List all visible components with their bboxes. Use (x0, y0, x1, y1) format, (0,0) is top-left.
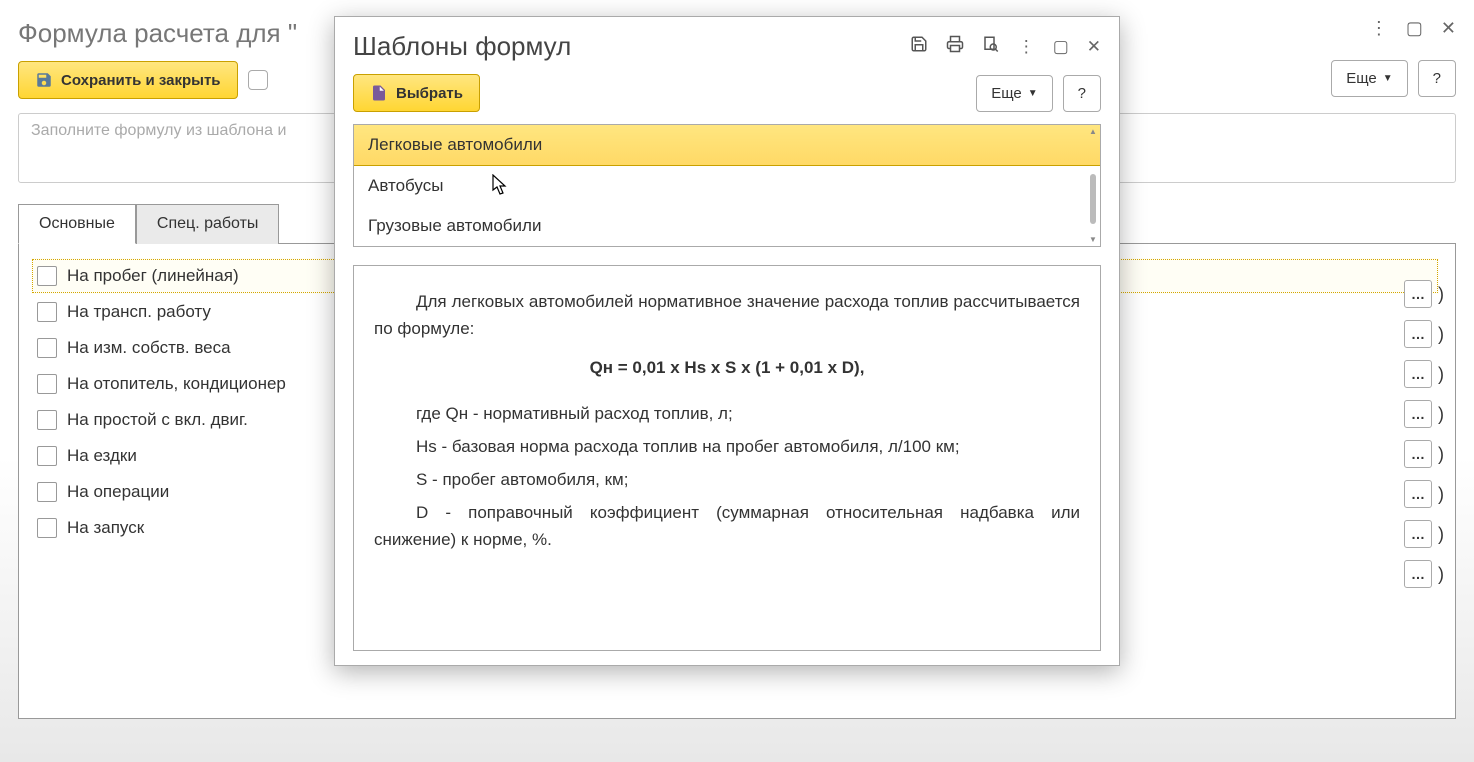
kebab-icon[interactable]: ⋮ (1018, 37, 1035, 57)
scroll-up-icon[interactable]: ▲ (1088, 127, 1098, 136)
checkbox[interactable] (37, 482, 57, 502)
preview-icon[interactable] (982, 35, 1000, 58)
check-label: На пробег (линейная) (67, 266, 239, 286)
tab-spec[interactable]: Спец. работы (136, 204, 280, 244)
template-label: Автобусы (368, 176, 443, 195)
bg-help-label: ? (1433, 70, 1441, 87)
field-row: … ) (1404, 400, 1444, 428)
desc-hs: Hs - базовая норма расхода топлив на про… (374, 433, 1080, 460)
tab-spec-label: Спец. работы (157, 215, 259, 232)
dialog-help-button[interactable]: ? (1063, 75, 1101, 112)
right-fields: … ) … ) … ) … ) … ) … ) … ) … ) (1404, 280, 1444, 588)
field-row: … ) (1404, 360, 1444, 388)
check-label: На изм. собств. веса (67, 338, 231, 358)
paren: ) (1438, 524, 1444, 545)
ellipsis-button[interactable]: … (1404, 520, 1432, 548)
template-item-buses[interactable]: Автобусы (354, 166, 1100, 206)
bg-window-title: Формула расчета для " (18, 18, 297, 49)
tab-main-label: Основные (39, 215, 115, 232)
checkbox[interactable] (37, 302, 57, 322)
dialog-header: Шаблоны формул ⋮ ▢ ✕ (335, 17, 1119, 66)
template-item-trucks[interactable]: Грузовые автомобили (354, 206, 1100, 246)
desc-s: S - пробег автомобиля, км; (374, 466, 1080, 493)
save-close-button[interactable]: Сохранить и закрыть (18, 61, 238, 99)
save-icon[interactable] (910, 35, 928, 58)
print-icon[interactable] (946, 35, 964, 58)
check-label: На отопитель, кондиционер (67, 374, 286, 394)
ellipsis-button[interactable]: … (1404, 400, 1432, 428)
paren: ) (1438, 324, 1444, 345)
field-row: … ) (1404, 280, 1444, 308)
dialog-toolbar-right: Еще ▼ ? (976, 75, 1101, 112)
dialog-title: Шаблоны формул (353, 31, 571, 62)
templates-dialog: Шаблоны формул ⋮ ▢ ✕ Выбрать Еще ▼ (334, 16, 1120, 666)
field-row: … ) (1404, 520, 1444, 548)
paren: ) (1438, 444, 1444, 465)
check-label: На ездки (67, 446, 137, 466)
ellipsis-button[interactable]: … (1404, 360, 1432, 388)
paren: ) (1438, 484, 1444, 505)
bg-titlebar-controls: ⋮ ▢ ✕ (1370, 18, 1456, 39)
select-label: Выбрать (396, 85, 463, 102)
dialog-help-label: ? (1078, 85, 1086, 102)
maximize-icon[interactable]: ▢ (1406, 18, 1423, 39)
field-row: … ) (1404, 560, 1444, 588)
template-list: Легковые автомобили Автобусы Грузовые ав… (353, 124, 1101, 247)
field-row: … ) (1404, 440, 1444, 468)
checkbox[interactable] (37, 338, 57, 358)
desc-qn: где Qн - нормативный расход топлив, л; (374, 400, 1080, 427)
scroll-thumb[interactable] (1090, 174, 1096, 224)
ellipsis-button[interactable]: … (1404, 560, 1432, 588)
select-button[interactable]: Выбрать (353, 74, 480, 112)
check-label: На операции (67, 482, 169, 502)
paren: ) (1438, 284, 1444, 305)
check-label: На запуск (67, 518, 144, 538)
close-icon[interactable]: ✕ (1087, 37, 1101, 57)
close-icon[interactable]: ✕ (1441, 18, 1456, 39)
chevron-down-icon: ▼ (1028, 88, 1038, 99)
ellipsis-button[interactable]: … (1404, 440, 1432, 468)
field-row: … ) (1404, 320, 1444, 348)
dialog-more-label: Еще (991, 85, 1022, 102)
paren: ) (1438, 404, 1444, 425)
formula-placeholder: Заполните формулу из шаблона и (31, 122, 286, 139)
paren: ) (1438, 564, 1444, 585)
desc-intro: Для легковых автомобилей нормативное зна… (374, 288, 1080, 342)
maximize-icon[interactable]: ▢ (1053, 37, 1069, 57)
desc-d: D - поправочный коэффициент (суммарная о… (374, 499, 1080, 553)
save-close-label: Сохранить и закрыть (61, 72, 221, 89)
dialog-toolbar: Выбрать Еще ▼ ? (335, 66, 1119, 124)
checkbox[interactable] (37, 518, 57, 538)
template-label: Грузовые автомобили (368, 216, 541, 235)
ellipsis-button[interactable]: … (1404, 320, 1432, 348)
ellipsis-button[interactable]: … (1404, 280, 1432, 308)
ellipsis-button[interactable]: … (1404, 480, 1432, 508)
template-label: Легковые автомобили (368, 135, 542, 154)
kebab-icon[interactable]: ⋮ (1370, 18, 1388, 39)
scrollbar[interactable]: ▲ ▼ (1088, 127, 1098, 244)
bg-more-label: Еще (1346, 70, 1377, 87)
template-description: Для легковых автомобилей нормативное зна… (353, 265, 1101, 651)
template-item-cars[interactable]: Легковые автомобили (354, 125, 1100, 166)
field-row: … ) (1404, 480, 1444, 508)
check-label: На простой с вкл. двиг. (67, 410, 248, 430)
bg-more-button[interactable]: Еще ▼ (1331, 60, 1407, 97)
chevron-down-icon: ▼ (1383, 73, 1393, 84)
checkbox[interactable] (37, 266, 57, 286)
select-icon (370, 84, 388, 102)
bg-help-button[interactable]: ? (1418, 60, 1456, 97)
checkbox[interactable] (37, 374, 57, 394)
checkbox[interactable] (37, 446, 57, 466)
checkbox[interactable] (37, 410, 57, 430)
dialog-header-icons: ⋮ ▢ ✕ (910, 35, 1101, 58)
bg-toolbar-right: Еще ▼ ? (1331, 60, 1456, 97)
paren: ) (1438, 364, 1444, 385)
tab-main[interactable]: Основные (18, 204, 136, 244)
check-label: На трансп. работу (67, 302, 211, 322)
scroll-down-icon[interactable]: ▼ (1088, 235, 1098, 244)
desc-formula: Qн = 0,01 x Hs x S x (1 + 0,01 x D), (374, 354, 1080, 381)
dialog-more-button[interactable]: Еще ▼ (976, 75, 1052, 112)
bg-missing-button[interactable] (248, 70, 268, 90)
save-icon (35, 71, 53, 89)
